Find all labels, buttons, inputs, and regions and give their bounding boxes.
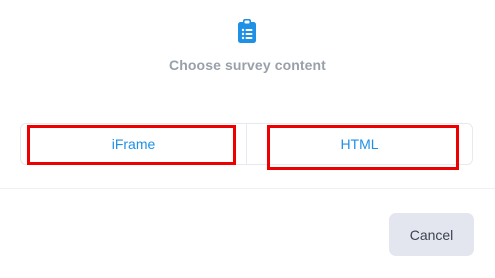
content-type-options: iFrame HTML	[20, 123, 473, 165]
survey-content-dialog: Choose survey content iFrame HTML Cancel	[0, 0, 495, 278]
html-option-button[interactable]: HTML	[246, 124, 472, 164]
footer-divider	[0, 188, 495, 189]
iframe-option-button[interactable]: iFrame	[21, 124, 246, 164]
cancel-button[interactable]: Cancel	[389, 213, 474, 256]
dialog-title: Choose survey content	[169, 57, 326, 73]
clipboard-list-icon	[238, 19, 256, 43]
